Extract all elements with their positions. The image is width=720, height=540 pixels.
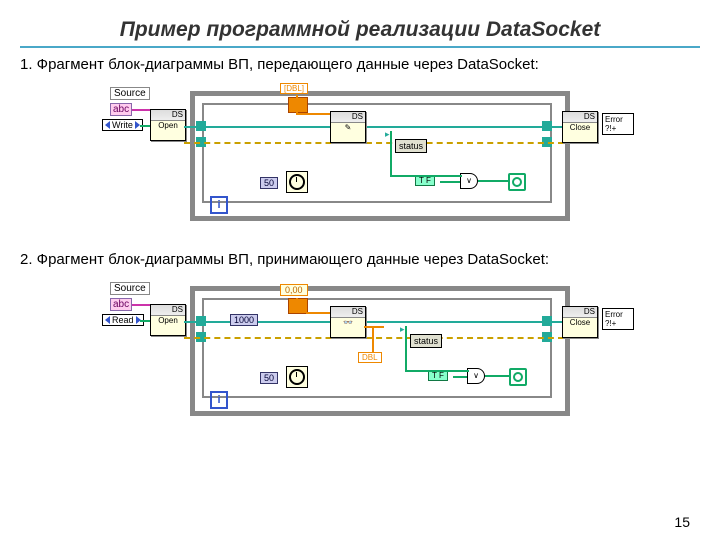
mode-text: Write xyxy=(112,120,133,130)
mode-control-2: Read xyxy=(102,314,144,326)
mode-text-2: Read xyxy=(112,315,134,325)
error-out-cluster-2: Error ?!+ xyxy=(602,308,634,330)
block-diagram-send: Source abc Write DS Open [DBL] DS ✎ ▸ st… xyxy=(110,81,610,221)
write-icon: ✎ xyxy=(331,123,365,133)
loop-condition-terminal-2 xyxy=(509,368,527,386)
wait-timer-icon-2 xyxy=(286,366,308,388)
dbl-output-terminal: DBL xyxy=(358,352,382,363)
ds-write-vi: DS ✎ xyxy=(330,111,366,143)
status-indicator: status xyxy=(395,139,427,153)
ds-badge-2: DS xyxy=(331,112,365,123)
ds-read-vi: DS 👓 xyxy=(330,306,366,338)
wait-ms-const-2: 50 xyxy=(260,372,278,384)
left-arrow-icon-2 xyxy=(105,316,110,324)
build-array-icon xyxy=(288,97,308,113)
status-arrow-icon-2: ▸ xyxy=(400,324,405,335)
iteration-terminal-2: i xyxy=(210,391,228,409)
timeout-const: 1000 xyxy=(230,314,258,326)
ds-close-vi-2: DS Close xyxy=(562,306,598,338)
title-rule xyxy=(20,46,700,48)
caption-1: 1. Фрагмент блок-диаграммы ВП, передающе… xyxy=(20,56,700,73)
page-number: 15 xyxy=(674,514,690,530)
open-text: Open xyxy=(151,121,185,131)
error-out-cluster: Error ?!+ xyxy=(602,113,634,135)
ds-open-vi: DS Open xyxy=(150,109,186,141)
status-arrow-icon: ▸ xyxy=(385,129,390,140)
slide-title: Пример программной реализации DataSocket xyxy=(20,18,700,42)
iteration-terminal: i xyxy=(210,196,228,214)
source-terminal: abc xyxy=(110,103,132,116)
mode-control: Write xyxy=(102,119,143,131)
to-dbl-icon xyxy=(288,298,308,314)
wait-timer-icon xyxy=(286,171,308,193)
source-terminal-2: abc xyxy=(110,298,132,311)
caption-2: 2. Фрагмент блок-диаграммы ВП, принимающ… xyxy=(20,251,700,268)
numeric-indicator: 0,00 xyxy=(280,284,308,296)
source-label: Source xyxy=(110,87,150,100)
or-gate-2: ∨ xyxy=(467,368,485,384)
or-gate: ∨ xyxy=(460,173,478,189)
ds-open-vi-2: DS Open xyxy=(150,304,186,336)
close-text: Close xyxy=(563,123,597,133)
left-arrow-icon xyxy=(105,121,110,129)
source-label-2: Source xyxy=(110,282,150,295)
dbl-array-indicator: [DBL] xyxy=(280,83,308,94)
loop-condition-terminal xyxy=(508,173,526,191)
block-diagram-receive: Source abc Read DS Open 1000 0,00 DS 👓 xyxy=(110,276,610,416)
ds-badge-3: DS xyxy=(563,112,597,123)
status-indicator-2: status xyxy=(410,334,442,348)
ds-close-vi: DS Close xyxy=(562,111,598,143)
wait-ms-const: 50 xyxy=(260,177,278,189)
read-glasses-icon: 👓 xyxy=(331,318,365,328)
ds-badge: DS xyxy=(151,110,185,121)
